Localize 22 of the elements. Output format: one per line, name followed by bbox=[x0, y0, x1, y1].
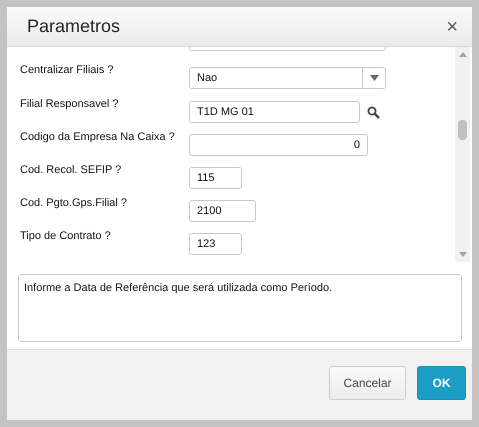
scroll-up-icon[interactable] bbox=[458, 52, 466, 57]
scroll-down-icon[interactable] bbox=[458, 252, 466, 257]
input-field[interactable]: 123 bbox=[189, 232, 242, 255]
close-button[interactable]: × bbox=[446, 16, 458, 36]
field-label: Cod. Recol. SEFIP ? bbox=[20, 162, 122, 176]
field-label: Centralizar Filiais ? bbox=[20, 63, 115, 76]
input-field[interactable]: 0 bbox=[189, 134, 368, 156]
caret-icon bbox=[370, 75, 378, 82]
field-label: Cod. Pgto.Gps.Filial ? bbox=[20, 196, 128, 209]
cancel-button[interactable]: Cancelar bbox=[329, 366, 406, 400]
input-field[interactable]: 2100 bbox=[189, 200, 256, 222]
input-field[interactable]: T1D MG 01 bbox=[189, 100, 360, 123]
field-label: Codigo da Empresa Na Caixa ? bbox=[20, 130, 176, 143]
help-text: Informe a Data de Referência que será utilizada como Período. bbox=[18, 274, 462, 342]
search-icon[interactable] bbox=[367, 106, 380, 119]
input-field[interactable]: 115 bbox=[189, 166, 242, 189]
scroll-thumb[interactable] bbox=[458, 120, 467, 140]
scrollbar[interactable] bbox=[455, 47, 470, 262]
field-label: Tipo de Contrato ? bbox=[20, 228, 112, 242]
field-label: Filial Responsavel ? bbox=[20, 96, 120, 110]
select-field[interactable]: Nao bbox=[189, 67, 386, 90]
dialog-title: Parametros bbox=[27, 16, 120, 37]
